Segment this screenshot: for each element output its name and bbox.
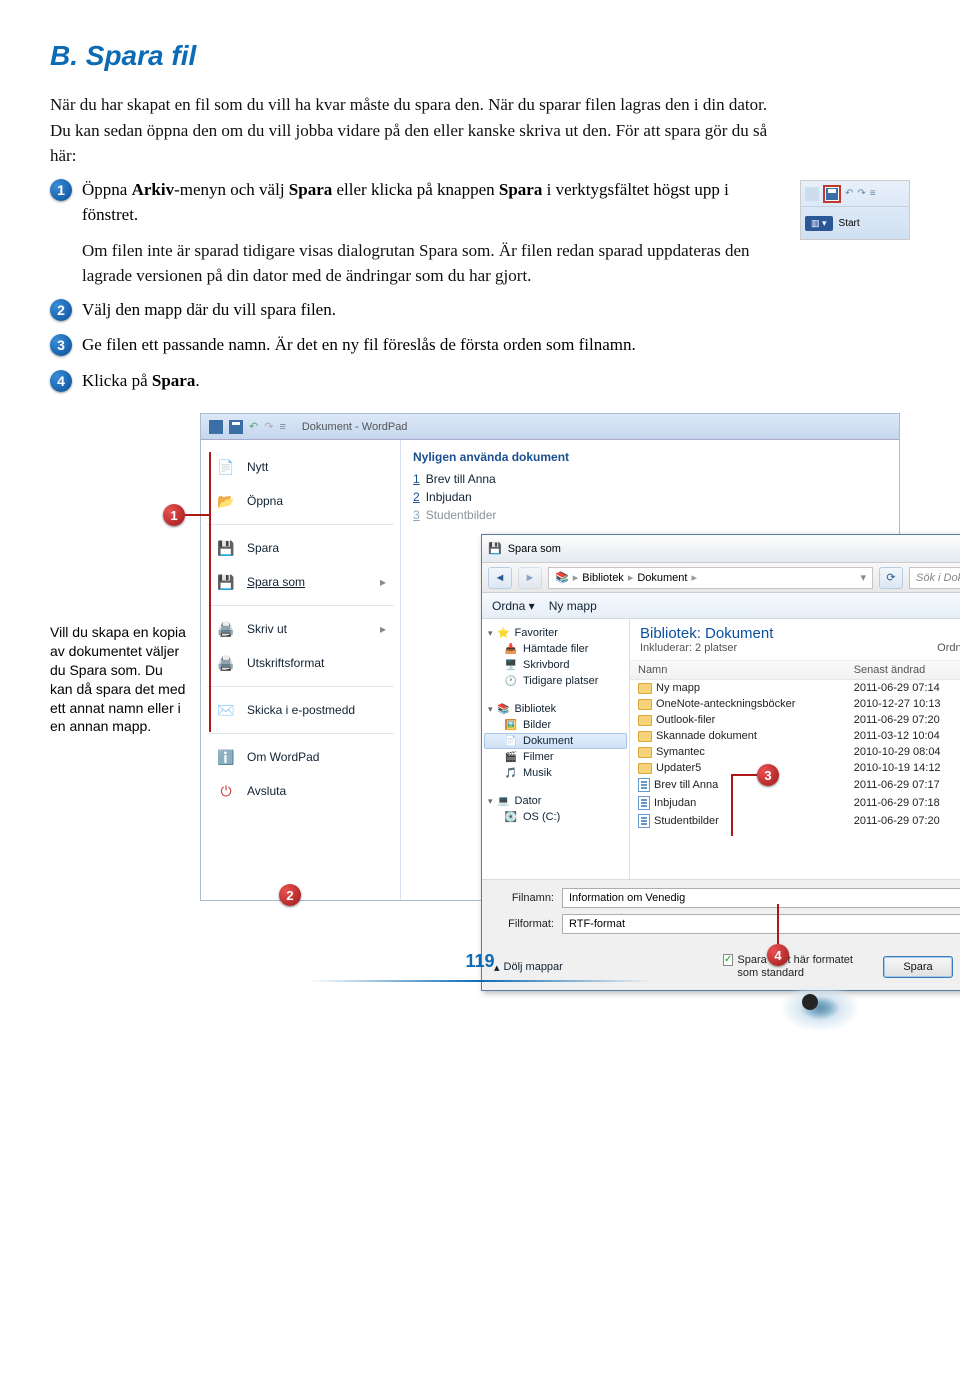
col-modified[interactable]: Senast ändrad (846, 661, 960, 680)
callout-4: 4 (767, 944, 789, 966)
side-note: Vill du skapa en kopia av dokumentet väl… (50, 413, 200, 736)
filename-label: Filnamn: (494, 892, 554, 904)
after-step-1: Om filen inte är sparad tidigare visas d… (82, 238, 770, 289)
save-as-dialog: 💾Spara som ✕ ◄ ► 📚▸ Bibliotek▸ Dokument▸… (481, 534, 960, 991)
library-includes: Inkluderar: 2 platser (640, 642, 773, 654)
step-badge-2: 2 (50, 299, 72, 321)
nav-forward-button[interactable]: ► (518, 567, 542, 589)
nav-documents-selected[interactable]: 📄Dokument (484, 733, 627, 749)
step-4-text: Klicka på Spara. (82, 368, 770, 394)
file-table: Namn Senast ändrad Typ Ny mapp2011-06-29… (630, 661, 960, 830)
intro-paragraph: När du har skapat en fil som du vill ha … (50, 92, 770, 169)
sort-by[interactable]: Ordna efter: Mapp ▾ (937, 641, 960, 654)
step-badge-4: 4 (50, 370, 72, 392)
fileformat-select[interactable]: RTF-format▾ (562, 914, 960, 934)
table-row[interactable]: Ny mapp2011-06-29 07:14Filmapp (630, 680, 960, 697)
recent-item[interactable]: 3Studentbilder (413, 506, 887, 524)
step-3-text: Ge filen ett passande namn. Är det en ny… (82, 332, 770, 358)
callout-2: 2 (279, 884, 301, 906)
menu-open[interactable]: 📂Öppna (207, 484, 394, 518)
ribbon-snippet: ↶↷ ≡ ▥ ▾ Start (800, 180, 910, 240)
table-row[interactable]: Inbjudan2011-06-29 07:18RTF-forr (630, 794, 960, 812)
callout-1: 1 (163, 504, 185, 526)
footer-rule (308, 980, 652, 982)
table-row[interactable]: Updater52010-10-19 14:12Filmapp (630, 760, 960, 776)
step-1-text: Öppna Arkiv-menyn och välj Spara eller k… (82, 177, 770, 228)
table-row[interactable]: Studentbilder2011-06-29 07:20RTF-forr (630, 812, 960, 830)
page-number: 119 (465, 951, 494, 971)
table-row[interactable]: Skannade dokument2011-03-12 10:04Filmapp (630, 728, 960, 744)
recent-item[interactable]: 1Brev till Anna (413, 470, 887, 488)
dialog-title: Spara som (508, 543, 561, 555)
step-badge-1: 1 (50, 179, 72, 201)
quick-save-icon[interactable] (229, 420, 243, 434)
recent-header: Nyligen använda dokument (413, 450, 887, 464)
save-as-icon: 💾 (488, 542, 502, 555)
menu-new[interactable]: 📄Nytt (207, 450, 394, 484)
filename-input[interactable]: Information om Venedig▾ (562, 888, 960, 908)
menu-page-setup[interactable]: 🖨️Utskriftsformat (207, 646, 394, 680)
menu-print[interactable]: 🖨️Skriv ut▸ (207, 612, 394, 646)
col-name[interactable]: Namn (630, 661, 846, 680)
new-folder-button[interactable]: Ny mapp (549, 599, 597, 613)
recent-item[interactable]: 2Inbjudan (413, 488, 887, 506)
nav-tree[interactable]: ⭐Favoriter 📥Hämtade filer 🖥️Skrivbord 🕐T… (482, 619, 630, 879)
menu-about[interactable]: ℹ️Om WordPad (207, 740, 394, 774)
ribbon-start-tab[interactable]: Start (839, 218, 860, 229)
menu-send-email[interactable]: ✉️Skicka i e-postmedd (207, 693, 394, 727)
refresh-button[interactable]: ⟳ (879, 567, 903, 589)
fileformat-label: Filformat: (494, 918, 554, 930)
callout-3: 3 (757, 764, 779, 786)
decorative-eye (610, 942, 910, 1062)
menu-exit[interactable]: ⏻Avsluta (207, 774, 394, 808)
menu-save[interactable]: 💾Spara (207, 531, 394, 565)
organize-button[interactable]: Ordna ▾ (492, 599, 535, 613)
nav-back-button[interactable]: ◄ (488, 567, 512, 589)
library-name: Bibliotek: Dokument (640, 625, 773, 642)
breadcrumb[interactable]: 📚▸ Bibliotek▸ Dokument▸ ▾ (548, 567, 873, 589)
step-2-text: Välj den mapp där du vill spara filen. (82, 297, 770, 323)
wordpad-title-bar: ↶↷ ≡ Dokument - WordPad (201, 414, 899, 440)
step-badge-3: 3 (50, 334, 72, 356)
ribbon-file-tab[interactable]: ▥ ▾ (805, 216, 833, 231)
save-icon-highlighted (823, 185, 841, 203)
search-input[interactable]: Sök i Dokument🔍 (909, 567, 960, 589)
table-row[interactable]: Outlook-filer2011-06-29 07:20Filmapp (630, 712, 960, 728)
section-heading: B. Spara fil (50, 40, 910, 72)
table-row[interactable]: Brev till Anna2011-06-29 07:17RTF-forr (630, 776, 960, 794)
table-row[interactable]: Symantec2010-10-29 08:04Filmapp (630, 744, 960, 760)
menu-save-as[interactable]: 💾Spara som▸ (207, 565, 394, 599)
table-row[interactable]: OneNote-anteckningsböcker2010-12-27 10:1… (630, 696, 960, 712)
